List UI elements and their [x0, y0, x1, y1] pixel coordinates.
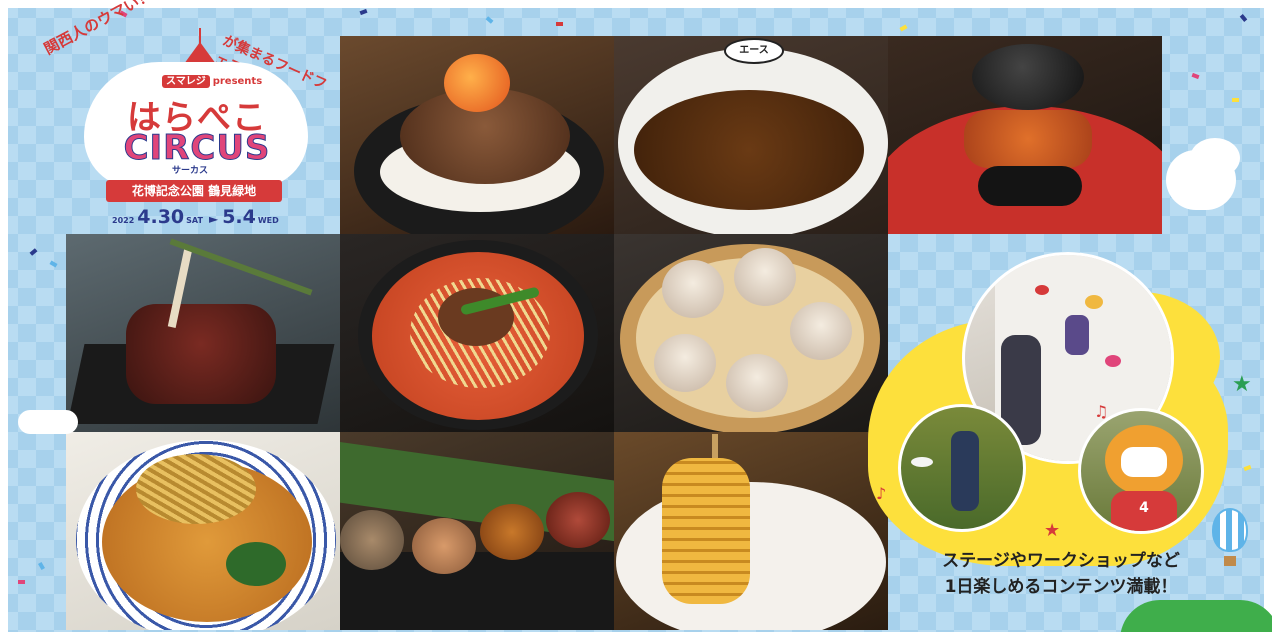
rosemary: [169, 238, 313, 296]
green-hill: [1120, 600, 1272, 632]
photo-grilled-corn: [614, 432, 888, 630]
confetti: [18, 580, 25, 584]
cloud-icon: [1190, 138, 1240, 178]
confetti: [1243, 464, 1252, 472]
crispy-noodles: [136, 454, 256, 524]
event-year: 2022: [112, 216, 135, 225]
event-dates: 2022 4.30 SAT ► 5.4 WED: [112, 206, 302, 228]
start-date: 4.30: [137, 206, 185, 228]
end-day: WED: [257, 216, 279, 225]
child-climber: [1065, 315, 1089, 355]
shumai: [726, 354, 788, 412]
herbs: [226, 542, 286, 586]
top-edge: [0, 0, 1272, 8]
frisbee: [911, 457, 933, 467]
music-note-icon: ♪: [876, 484, 887, 503]
white-plate: [616, 482, 886, 630]
harapeko-circus-banner[interactable]: エース 関西人のウマい！ が集まるフードフェス スマレジ presents はら…: [0, 0, 1272, 632]
cloud-icon: [18, 410, 78, 434]
climbing-hold: [1035, 285, 1049, 295]
climbing-hold: [1085, 295, 1103, 309]
logo-sponsor: スマレジ presents: [162, 72, 263, 88]
photo-yakitori-skewers: [340, 432, 614, 630]
photo-curry: エース: [614, 36, 888, 234]
photo-shumai: [614, 234, 888, 432]
mascot-body: 4: [1111, 491, 1177, 531]
photo-khao-soi: [66, 432, 340, 630]
skewer-item: [546, 492, 610, 548]
end-date: 5.4: [222, 206, 256, 228]
mascot-face: [1121, 447, 1167, 477]
shumai: [662, 260, 724, 318]
photo-hamburg-steak: [340, 36, 614, 234]
sponsor-presents: presents: [212, 76, 263, 87]
lamb-meat: [126, 304, 276, 404]
caption-line-1: ステージやワークショップなど: [942, 551, 1180, 571]
confetti: [1232, 98, 1239, 102]
photo-lamb-chops: [66, 234, 340, 432]
confetti: [359, 8, 368, 16]
photo-frisbee: [898, 404, 1026, 532]
star-icon: ★: [1044, 520, 1061, 541]
climbing-hold: [1105, 355, 1121, 367]
star-icon: ★: [1232, 372, 1252, 397]
shumai: [790, 302, 852, 360]
hot-air-balloon-icon: [1212, 508, 1248, 552]
skewer-item: [412, 518, 476, 574]
curry-roux: [634, 90, 864, 210]
confetti: [1191, 72, 1200, 80]
curry-sign: エース: [724, 38, 784, 64]
arrow-right-icon: ►: [208, 212, 219, 226]
left-edge: [0, 0, 8, 632]
start-day: SAT: [186, 216, 203, 225]
confetti: [1239, 14, 1248, 22]
event-logo[interactable]: 関西人のウマい！ が集まるフードフェス スマレジ presents はらぺこ CI…: [41, 0, 340, 236]
photo-tantan-noodles: [340, 234, 614, 432]
person: [951, 431, 979, 511]
confetti: [38, 561, 45, 571]
activities-caption: ステージやワークショップなど 1日楽しめるコンテンツ満載！: [906, 548, 1216, 600]
black-bun-top: [972, 44, 1084, 110]
venue-ribbon: 花博記念公園 鶴見緑地: [106, 180, 282, 202]
logo-title-en: CIRCUS: [123, 128, 271, 169]
confetti: [556, 22, 563, 26]
tent-icon: [184, 42, 216, 64]
confetti: [49, 260, 58, 268]
photo-black-burger: [888, 36, 1162, 234]
confetti: [29, 248, 38, 256]
egg-yolk: [444, 54, 510, 112]
skewer-item: [480, 504, 544, 560]
photo-mascot: 4: [1078, 408, 1204, 534]
shumai: [734, 248, 796, 306]
music-note-icon: ♫: [1094, 402, 1109, 421]
black-bun-bottom: [978, 166, 1082, 206]
caption-line-2: 1日楽しめるコンテンツ満載！: [944, 577, 1178, 597]
balloon-basket: [1224, 556, 1236, 566]
corn-cob: [662, 458, 750, 604]
shumai: [654, 334, 716, 392]
right-edge: [1264, 0, 1272, 632]
logo-title-kana: サーカス: [172, 166, 209, 176]
fried-patty: [964, 110, 1092, 168]
logo-tagline-left: 関西人のウマい！: [41, 0, 156, 59]
skewer-fish: [340, 510, 404, 570]
confetti: [899, 24, 908, 32]
confetti: [485, 16, 494, 24]
sponsor-name: スマレジ: [162, 75, 210, 88]
